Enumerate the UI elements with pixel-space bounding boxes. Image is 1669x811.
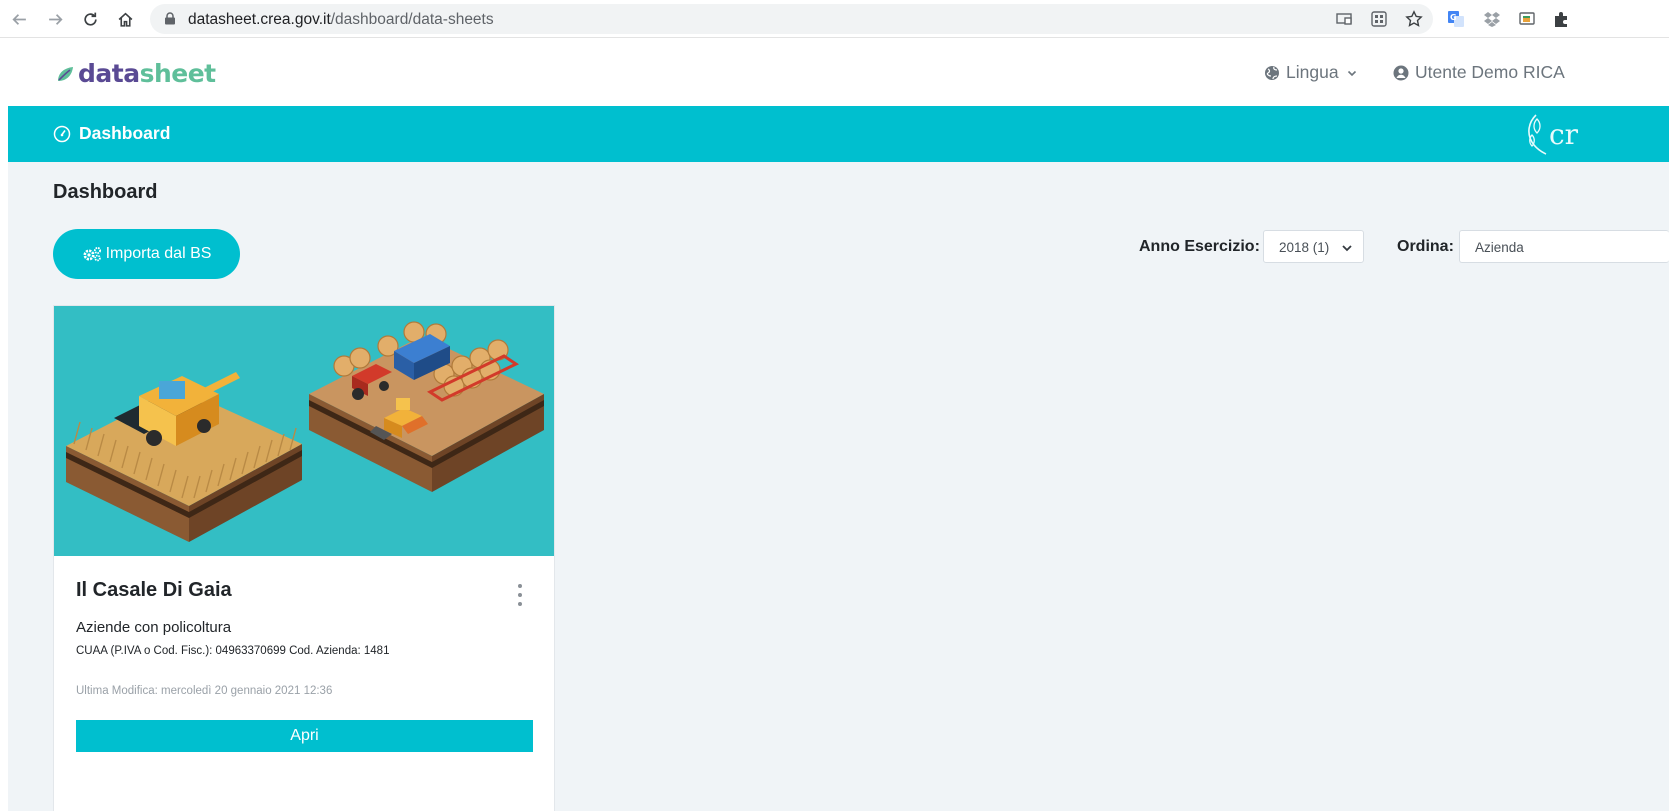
farm-codes: CUAA (P.IVA o Cod. Fisc.): 04963370699 C…	[76, 645, 390, 657]
year-filter-label: Anno Esercizio:	[1139, 238, 1260, 255]
globe-icon	[1265, 65, 1279, 80]
logo-text-data: data	[78, 59, 140, 88]
crea-leaf-icon	[1528, 114, 1547, 155]
dropbox-icon[interactable]	[1481, 8, 1503, 30]
leaf-logo-icon	[58, 66, 73, 81]
page-title: Dashboard	[53, 181, 158, 203]
farm-illustration	[54, 306, 554, 556]
qr-code-icon[interactable]	[1368, 8, 1390, 30]
forward-arrow-icon[interactable]	[42, 6, 68, 32]
cogs-icon	[83, 246, 101, 262]
order-select-value: Azienda	[1475, 240, 1524, 255]
nav-item-label: Dashboard	[79, 123, 171, 143]
star-bookmark-icon[interactable]	[1403, 8, 1425, 30]
url-text: datasheet.crea.gov.it/dashboard/data-she…	[188, 11, 494, 28]
nav-item-dashboard[interactable]: Dashboard	[53, 123, 170, 144]
user-circle-icon	[1393, 65, 1409, 80]
farm-card: Il Casale Di Gaia Aziende con policoltur…	[53, 305, 555, 811]
puzzle-extensions-icon[interactable]	[1550, 8, 1572, 30]
chevron-down-icon	[1342, 245, 1352, 252]
chevron-down-icon	[1347, 70, 1356, 76]
main-navbar: Dashboard cr	[8, 106, 1669, 162]
google-translate-icon[interactable]: G	[1445, 8, 1467, 30]
browser-toolbar: datasheet.crea.gov.it/dashboard/data-she…	[0, 0, 1669, 38]
farm-type: Aziende con policoltura	[76, 619, 232, 636]
last-modified: Ultima Modifica: mercoledì 20 gennaio 20…	[76, 685, 333, 697]
reload-icon[interactable]	[77, 6, 103, 32]
year-select[interactable]: 2018 (1)	[1263, 230, 1364, 263]
order-select[interactable]: Azienda	[1459, 230, 1669, 263]
logo-text-sheet: sheet	[139, 59, 217, 88]
main-content: Dashboard Importa dal BS Anno Esercizio:…	[8, 162, 1669, 811]
crea-brand-text: cr	[1549, 117, 1579, 151]
farm-name: Il Casale Di Gaia	[76, 579, 232, 601]
tachometer-icon	[53, 125, 71, 142]
user-label: Utente Demo RICA	[1415, 62, 1565, 82]
datasheet-logo[interactable]: data sheet	[56, 59, 216, 88]
back-arrow-icon[interactable]	[6, 6, 32, 32]
import-button-label: Importa dal BS	[105, 245, 212, 262]
svg-text:G: G	[1450, 13, 1457, 22]
user-menu[interactable]: Utente Demo RICA	[1393, 62, 1565, 83]
order-filter-label: Ordina:	[1397, 238, 1454, 255]
home-icon[interactable]	[112, 6, 138, 32]
cast-icon[interactable]	[1333, 8, 1355, 30]
card-options-icon[interactable]	[510, 584, 530, 606]
language-label: Lingua	[1286, 62, 1339, 82]
screenshot-icon[interactable]	[1516, 8, 1538, 30]
lock-icon	[165, 12, 175, 25]
address-bar[interactable]: datasheet.crea.gov.it/dashboard/data-she…	[150, 4, 1433, 34]
language-menu[interactable]: Lingua	[1264, 62, 1357, 83]
year-select-value: 2018 (1)	[1279, 240, 1330, 255]
import-from-bs-button[interactable]: Importa dal BS	[53, 229, 240, 279]
app-header: data sheet Lingua Utente Demo RICA	[0, 39, 1669, 106]
open-button[interactable]: Apri	[76, 720, 533, 752]
crea-brand-logo: cr	[1522, 111, 1578, 157]
